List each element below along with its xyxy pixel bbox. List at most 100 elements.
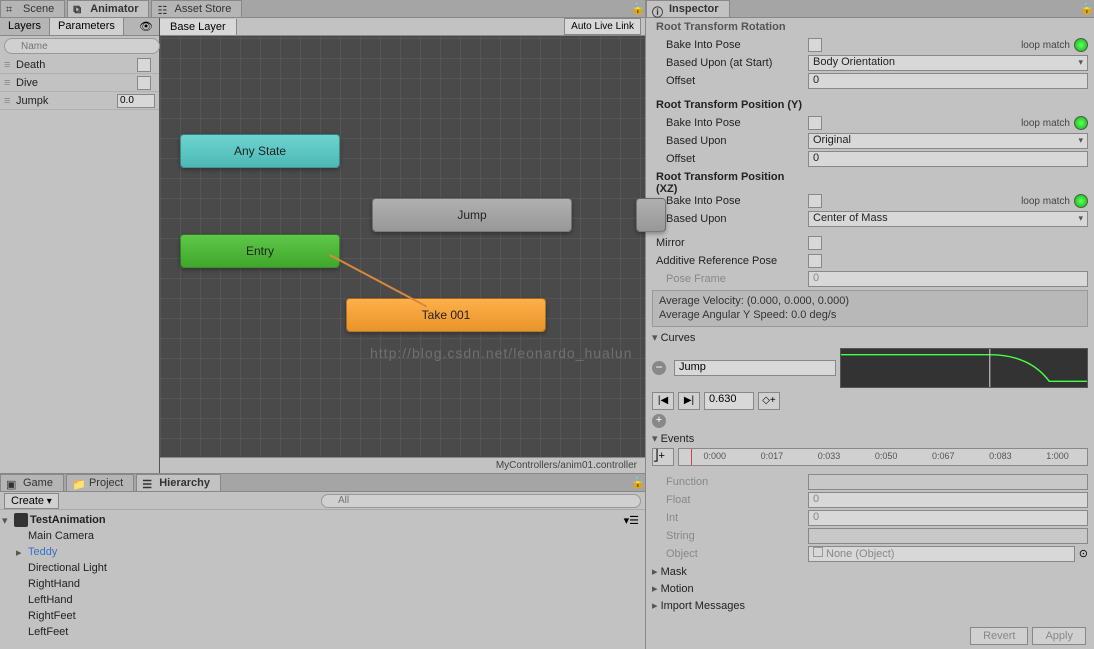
apply-button[interactable]: Apply <box>1032 627 1086 645</box>
tab-game[interactable]: ▣Game <box>0 474 64 491</box>
project-icon: 📁 <box>72 478 84 490</box>
float-input: 0 <box>808 492 1088 508</box>
tree-item[interactable]: Directional Light <box>0 560 645 576</box>
foldout-motion[interactable]: Motion <box>646 580 1094 597</box>
foldout-curves[interactable]: Curves <box>646 329 1094 346</box>
param-float-input[interactable] <box>117 94 155 108</box>
object-picker-icon[interactable]: ⊙ <box>1079 547 1088 560</box>
tree-item[interactable]: RightFeet <box>0 608 645 624</box>
bake-checkbox[interactable] <box>808 116 822 130</box>
loopmatch-label: loop match <box>1021 40 1070 51</box>
node-anystate[interactable]: Any State <box>180 134 340 168</box>
loopmatch-indicator <box>1074 116 1088 130</box>
label-float: Float <box>652 494 808 506</box>
drag-handle-icon[interactable]: ≡ <box>4 59 16 71</box>
tree-item[interactable]: Main Camera <box>0 528 645 544</box>
revert-button[interactable]: Revert <box>970 627 1028 645</box>
bake-checkbox[interactable] <box>808 194 822 208</box>
layers-toggle[interactable]: Layers <box>0 18 50 35</box>
tree-item[interactable]: LeftFeet <box>0 624 645 640</box>
param-row[interactable]: ≡ Jumpk <box>0 92 159 110</box>
hierarchy-search-input[interactable] <box>321 494 641 508</box>
lock-icon[interactable]: 🔒 <box>631 476 641 486</box>
breadcrumb[interactable]: Base Layer <box>160 19 237 35</box>
eye-icon[interactable]: 👁 <box>133 18 159 35</box>
parameters-toggle[interactable]: Parameters <box>50 18 124 35</box>
param-row[interactable]: ≡ Dive <box>0 74 159 92</box>
tree-item[interactable]: RightHand <box>0 576 645 592</box>
tab-hierarchy[interactable]: ☰Hierarchy <box>136 474 221 491</box>
label-offset: Offset <box>652 75 808 87</box>
tree-scene-root[interactable]: ▾ TestAnimation ▾☰ <box>0 512 645 528</box>
tab-animator[interactable]: ⧉Animator <box>67 0 149 17</box>
auto-live-link-button[interactable]: Auto Live Link <box>564 18 641 35</box>
curve-name-input[interactable]: Jump <box>674 360 836 376</box>
tab-assetstore[interactable]: ☷Asset Store <box>151 0 242 17</box>
basedupon-dropdown[interactable]: Body Orientation <box>808 55 1088 71</box>
unity-logo-icon <box>14 513 28 527</box>
timeline-cursor[interactable] <box>691 449 692 465</box>
remove-curve-button[interactable]: − <box>652 361 666 375</box>
basedupon-dropdown[interactable]: Center of Mass <box>808 211 1088 227</box>
tab-scene[interactable]: ⌗Scene <box>0 0 65 17</box>
hierarchy-tree: ▾ TestAnimation ▾☰ Main Camera ▸Teddy Di… <box>0 510 645 642</box>
label-bake: Bake Into Pose <box>652 195 808 207</box>
basedupon-dropdown[interactable]: Original <box>808 133 1088 149</box>
playback-time-input[interactable]: 0.630 <box>704 392 754 410</box>
tab-project[interactable]: 📁Project <box>66 474 134 491</box>
add-curve-button[interactable]: + <box>652 414 666 428</box>
section-root-rotation: Root Transform Rotation <box>652 21 808 33</box>
events-timeline[interactable]: 0:000 0:017 0:033 0:050 0:067 0:083 1:00… <box>678 448 1088 466</box>
chevron-right-icon[interactable]: ▸ <box>16 546 28 559</box>
prev-frame-button[interactable]: |◀ <box>652 392 674 410</box>
top-left-tabs: ⌗Scene ⧉Animator ☷Asset Store 🔒 <box>0 0 645 18</box>
inspector-icon: ⓘ <box>652 4 664 16</box>
lock-icon[interactable]: 🔒 <box>631 2 641 12</box>
foldout-import-messages[interactable]: Import Messages <box>646 597 1094 614</box>
add-key-button[interactable]: ◇+ <box>758 392 780 410</box>
loopmatch-label: loop match <box>1021 196 1070 207</box>
scene-icon: ⌗ <box>6 4 18 16</box>
foldout-mask[interactable]: Mask <box>646 563 1094 580</box>
tab-inspector[interactable]: ⓘInspector <box>646 0 730 17</box>
foldout-events[interactable]: Events <box>646 430 1094 447</box>
node-entry[interactable]: Entry <box>180 234 340 268</box>
create-button[interactable]: Create ▾ <box>4 493 59 509</box>
node-take001[interactable]: Take 001 <box>346 298 546 332</box>
tree-item[interactable]: LeftHand <box>0 592 645 608</box>
label-object: Object <box>652 548 808 560</box>
game-icon: ▣ <box>6 478 18 490</box>
watermark-text: http://blog.csdn.net/leonardo_hualun <box>370 345 633 361</box>
drag-handle-icon[interactable]: ≡ <box>4 95 16 107</box>
next-frame-button[interactable]: ▶| <box>678 392 700 410</box>
param-bool-checkbox[interactable] <box>137 58 151 72</box>
tree-item[interactable]: ▸Teddy <box>0 544 645 560</box>
object-input: None (Object) <box>808 546 1075 562</box>
additive-ref-checkbox[interactable] <box>808 254 822 268</box>
mirror-checkbox[interactable] <box>808 236 822 250</box>
bake-checkbox[interactable] <box>808 38 822 52</box>
curve-preview[interactable] <box>840 348 1088 388</box>
param-name: Dive <box>16 77 137 89</box>
label-bake: Bake Into Pose <box>652 39 808 51</box>
offset-input[interactable]: 0 <box>808 73 1088 89</box>
loopmatch-label: loop match <box>1021 118 1070 129</box>
int-input: 0 <box>808 510 1088 526</box>
offset-input[interactable]: 0 <box>808 151 1088 167</box>
chevron-down-icon[interactable]: ▾ <box>2 514 14 527</box>
inspector-tabs: ⓘInspector 🔒 <box>646 0 1094 18</box>
function-input <box>808 474 1088 490</box>
param-row[interactable]: ≡ Death <box>0 56 159 74</box>
param-bool-checkbox[interactable] <box>137 76 151 90</box>
node-jump[interactable]: Jump <box>372 198 572 232</box>
drag-handle-icon[interactable]: ≡ <box>4 77 16 89</box>
bottom-tabs: ▣Game 📁Project ☰Hierarchy 🔒 <box>0 474 645 492</box>
add-event-button[interactable]: ⎦+ <box>652 448 674 466</box>
node-partial[interactable] <box>636 198 666 232</box>
label-additive-ref: Additive Reference Pose <box>652 255 808 267</box>
animator-graph[interactable]: Base Layer Auto Live Link Any State Entr… <box>160 18 645 473</box>
param-search-input[interactable] <box>4 38 160 54</box>
lock-icon[interactable]: 🔒 <box>1080 2 1090 12</box>
label-mirror: Mirror <box>652 237 808 249</box>
scene-menu-icon[interactable]: ▾☰ <box>624 514 639 527</box>
